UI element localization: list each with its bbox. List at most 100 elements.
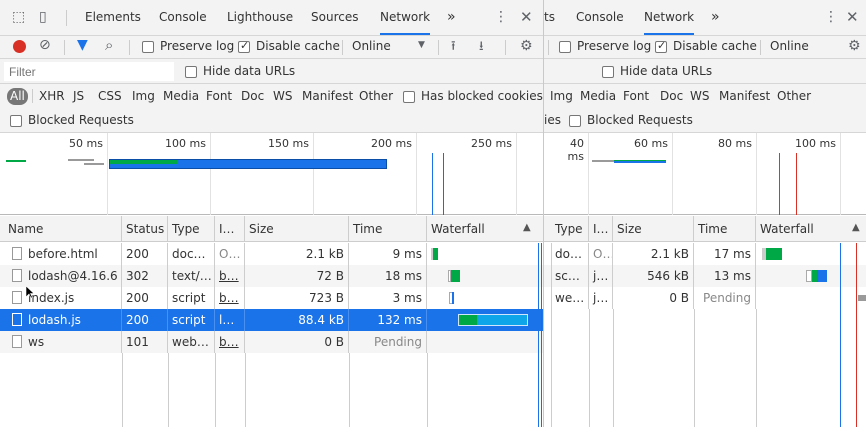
close-icon[interactable]: ✕ [846, 8, 859, 26]
device-toolbar-icon[interactable]: ▯ [39, 9, 47, 25]
type-other[interactable]: Other [359, 89, 393, 103]
cell-initiator[interactable]: b… [215, 265, 245, 287]
type-ws[interactable]: WS [690, 89, 709, 103]
inspect-element-icon[interactable]: ⬚ [12, 9, 25, 25]
table-row[interactable]: ws 101 web… b… 0 B Pending [0, 331, 543, 353]
divider [756, 309, 757, 427]
tab-lighthouse[interactable]: Lighthouse [227, 0, 293, 35]
preserve-log-checkbox[interactable] [142, 41, 154, 53]
close-icon[interactable]: ✕ [520, 8, 533, 26]
type-all[interactable]: All [7, 88, 28, 105]
table-row[interactable]: sc… j… 546 kB 13 ms [544, 265, 866, 287]
cell-initiator[interactable]: b… [215, 287, 245, 309]
settings-gear-icon[interactable]: ⚙ [520, 38, 533, 54]
hide-data-urls-checkbox[interactable] [602, 66, 614, 78]
clear-icon[interactable]: ⊘ [39, 37, 51, 53]
type-other[interactable]: Other [777, 89, 811, 103]
type-font[interactable]: Font [623, 89, 649, 103]
timeline-overview[interactable]: 40 ms 60 ms 80 ms 100 ms [544, 133, 866, 215]
type-img[interactable]: Img [550, 89, 573, 103]
cell-initiator[interactable]: O… [589, 243, 613, 265]
import-har-icon[interactable]: ⭱ [451, 37, 456, 59]
col-status[interactable]: Status [122, 216, 168, 242]
overview-bar [68, 159, 94, 161]
type-manifest[interactable]: Manifest [719, 89, 770, 103]
cell-initiator[interactable]: l… [215, 309, 245, 331]
type-manifest[interactable]: Manifest [302, 89, 353, 103]
col-time[interactable]: Time [349, 216, 427, 242]
disable-cache-checkbox[interactable] [655, 39, 667, 53]
type-media[interactable]: Media [580, 89, 616, 103]
tab-network[interactable]: Network [644, 0, 695, 35]
type-img[interactable]: Img [132, 89, 155, 103]
col-time[interactable]: Time [694, 216, 756, 242]
col-waterfall[interactable]: Waterfall [756, 216, 866, 242]
table-row[interactable]: before.html 200 doc… O… 2.1 kB 9 ms [0, 243, 543, 265]
document-icon [12, 269, 22, 282]
requests-table: Type I… Size Time Waterfall ▲ do… O… 2.1… [544, 216, 866, 427]
col-initiator[interactable]: I… [589, 216, 613, 242]
table-row[interactable]: do… O… 2.1 kB 17 ms [544, 243, 866, 265]
tab-console[interactable]: Console [576, 0, 624, 35]
type-media[interactable]: Media [163, 89, 199, 103]
type-xhr[interactable]: XHR [39, 89, 65, 103]
type-font[interactable]: Font [206, 89, 232, 103]
hide-data-urls-checkbox[interactable] [185, 66, 197, 78]
search-icon[interactable]: ⌕ [105, 36, 113, 54]
cell-initiator[interactable]: j… [589, 265, 613, 287]
blocked-requests-checkbox[interactable] [10, 115, 22, 127]
type-css[interactable]: CSS [98, 89, 122, 103]
table-row[interactable]: we… j… 0 B Pending [544, 287, 866, 309]
cell-initiator[interactable]: b… [215, 331, 245, 353]
chevron-down-icon[interactable]: ▼ [418, 40, 425, 50]
kebab-menu-icon[interactable]: ⋮ [494, 9, 508, 25]
blocked-bar: Blocked Requests [0, 108, 543, 133]
timeline-overview[interactable]: 50 ms 100 ms 150 ms 200 ms 250 ms [0, 133, 543, 215]
more-tabs-chevron-icon[interactable]: » [711, 0, 720, 35]
more-tabs-chevron-icon[interactable]: » [447, 0, 456, 35]
cell-initiator[interactable]: j… [589, 287, 613, 309]
throttling-select[interactable]: Online [352, 39, 391, 53]
type-filter-bar: Img Media Font Doc WS Manifest Other [544, 84, 866, 108]
col-type[interactable]: Type [551, 216, 589, 242]
has-blocked-cookies-checkbox[interactable] [403, 91, 415, 103]
divider [505, 40, 506, 55]
type-doc[interactable]: Doc [660, 89, 683, 103]
disable-cache-checkbox[interactable] [238, 39, 250, 53]
waterfall-bar [433, 248, 438, 260]
cell-initiator[interactable]: O… [215, 243, 245, 265]
tick-line [840, 133, 841, 215]
tab-sources-partial[interactable]: ts [544, 0, 555, 35]
tick-label: 60 ms [634, 137, 668, 150]
throttling-select[interactable]: Online [770, 39, 809, 53]
preserve-log-checkbox[interactable] [559, 41, 571, 53]
tab-sources[interactable]: Sources [311, 0, 358, 35]
type-js[interactable]: JS [73, 89, 84, 103]
table-row-selected[interactable]: lodash.js 200 script l… 88.4 kB 132 ms [0, 309, 543, 331]
type-doc[interactable]: Doc [241, 89, 264, 103]
tab-console[interactable]: Console [159, 0, 207, 35]
col-size[interactable]: Size [245, 216, 349, 242]
filter-input[interactable] [4, 62, 174, 81]
filter-icon[interactable]: ▼ [77, 37, 88, 53]
col-size[interactable]: Size [613, 216, 694, 242]
load-line [443, 153, 444, 215]
divider [589, 309, 590, 427]
tick-line [416, 133, 417, 215]
tick-line [107, 133, 108, 215]
record-icon[interactable] [13, 40, 26, 53]
tab-elements[interactable]: Elements [85, 0, 141, 35]
col-initiator[interactable]: I… [215, 216, 245, 242]
col-type[interactable]: Type [168, 216, 215, 242]
export-har-icon[interactable]: ⭳ [479, 37, 484, 59]
blocked-requests-checkbox[interactable] [569, 115, 581, 127]
type-ws[interactable]: WS [273, 89, 292, 103]
tab-network[interactable]: Network [380, 0, 431, 35]
cell-name: ws [4, 331, 122, 353]
table-row[interactable]: lodash@4.16.6 302 text/… b… 72 B 18 ms [0, 265, 543, 287]
cell-size: 2.1 kB [245, 243, 349, 265]
settings-gear-icon[interactable]: ⚙ [848, 38, 861, 54]
table-row[interactable]: index.js 200 script b… 723 B 3 ms [0, 287, 543, 309]
kebab-menu-icon[interactable]: ⋮ [824, 9, 838, 25]
col-name[interactable]: Name [4, 216, 122, 242]
